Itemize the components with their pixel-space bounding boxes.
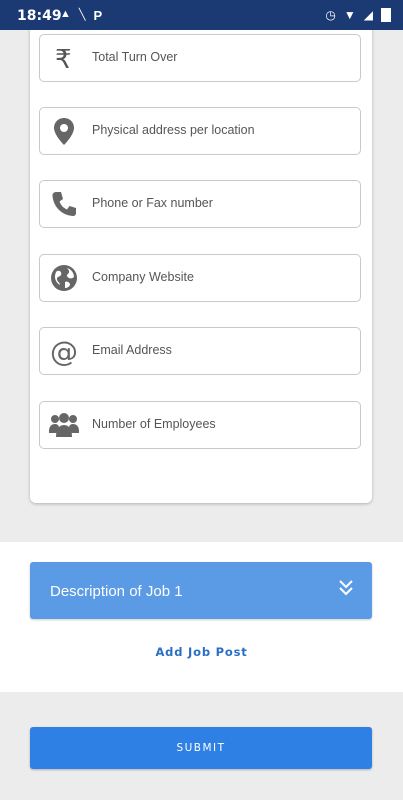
status-icons-left: ▲ ╲ P [60,8,102,23]
email-address-field[interactable]: @ Email Address [39,327,361,375]
location-pin-icon [54,118,74,145]
status-bar: 18:49 ▲ ╲ P ◷ ▼ ◢ [0,0,403,30]
status-icons-right: ◷ ▼ ◢ [325,8,391,22]
physical-address-field[interactable]: Physical address per location [39,107,361,155]
submit-button[interactable]: SUBMIT [30,727,372,769]
group-icon [49,413,79,437]
globe-icon [51,265,77,291]
phone-fax-placeholder: Phone or Fax number [92,196,213,210]
p-icon: P [93,8,103,23]
add-job-post-link[interactable]: Add Job Post [0,645,403,659]
battery-icon [381,8,391,22]
email-address-placeholder: Email Address [92,343,172,357]
svg-text:₹: ₹ [55,45,72,74]
wifi-icon: ▼ [343,8,356,22]
number-of-employees-placeholder: Number of Employees [92,417,216,431]
alarm-icon: ◷ [325,8,336,22]
number-of-employees-field[interactable]: Number of Employees [39,401,361,449]
company-website-field[interactable]: Company Website [39,254,361,302]
physical-address-placeholder: Physical address per location [92,123,255,137]
svg-text:@: @ [50,335,78,367]
job-description-title: Description of Job 1 [50,583,183,600]
double-chevron-down-icon[interactable] [338,579,354,597]
signal-icon: ◢ [363,8,373,22]
phone-fax-field[interactable]: Phone or Fax number [39,180,361,228]
total-turnover-placeholder: Total Turn Over [92,50,178,64]
phone-icon [52,192,76,216]
sim-icon: ▲ [60,8,71,20]
signal-off-icon: ╲ [78,9,86,21]
at-icon: @ [50,335,78,367]
status-time: 18:49 [17,8,62,24]
job-description-accordion[interactable]: Description of Job 1 [30,562,372,619]
company-website-placeholder: Company Website [92,270,194,284]
total-turnover-field[interactable]: ₹ Total Turn Over [39,34,361,82]
rupee-icon: ₹ [55,45,72,74]
